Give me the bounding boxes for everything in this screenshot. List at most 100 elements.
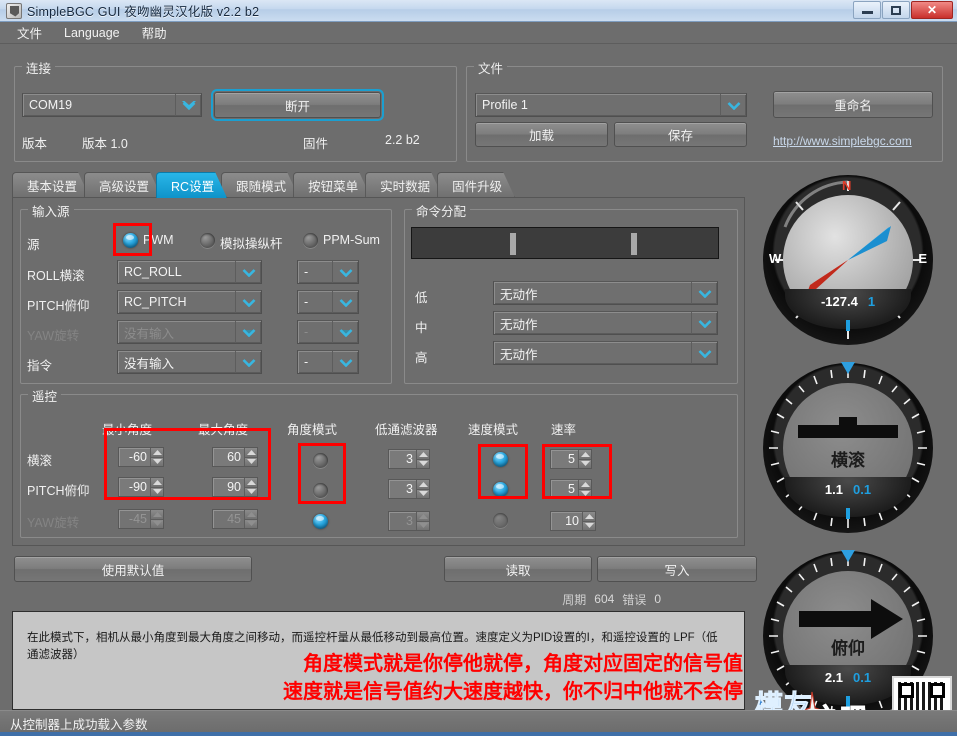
tab-firmware[interactable]: 固件升级: [437, 172, 515, 198]
stepper-arrows[interactable]: [416, 450, 429, 468]
chevron-down-icon: [691, 312, 717, 334]
stepper-up-icon[interactable]: [579, 450, 591, 460]
stepper-arrows[interactable]: [150, 478, 163, 496]
stepper-down-icon[interactable]: [417, 489, 429, 498]
roll-input-select[interactable]: RC_ROLL: [117, 260, 262, 284]
roll-speed-mode-radio[interactable]: [493, 452, 508, 467]
stepper-up-icon[interactable]: [245, 448, 257, 458]
yaw-min-angle-value: -45: [128, 512, 147, 526]
pitch-input-select[interactable]: RC_PITCH: [117, 290, 262, 314]
minimize-button[interactable]: [853, 1, 881, 19]
cmd-low-select[interactable]: 无动作: [493, 281, 718, 305]
tab-rc[interactable]: RC设置: [156, 172, 227, 198]
yaw-rate-stepper[interactable]: 10: [550, 511, 596, 531]
roll-gauge: 横滚 1.1 0.1: [763, 362, 933, 533]
pitch-input-value: RC_PITCH: [124, 295, 187, 309]
menu-help[interactable]: 帮助: [133, 21, 176, 44]
pitch-min-angle-stepper[interactable]: -90: [118, 477, 164, 497]
close-button[interactable]: ✕: [911, 1, 953, 19]
stepper-down-icon[interactable]: [245, 519, 257, 528]
stepper-down-icon[interactable]: [245, 487, 257, 496]
menu-language[interactable]: Language: [55, 24, 129, 42]
rename-button[interactable]: 重命名: [773, 91, 933, 118]
command-input-select[interactable]: 没有输入: [117, 350, 262, 374]
stepper-up-icon[interactable]: [151, 448, 163, 458]
stepper-up-icon[interactable]: [583, 512, 595, 522]
com-port-select[interactable]: COM19: [22, 93, 202, 117]
stepper-down-icon[interactable]: [417, 521, 429, 530]
menu-file[interactable]: 文件: [8, 21, 51, 44]
load-button[interactable]: 加载: [475, 122, 608, 147]
disconnect-button[interactable]: 断开: [211, 89, 384, 121]
yaw-lpf-stepper[interactable]: 3: [388, 511, 430, 531]
command-aux-select[interactable]: -: [297, 350, 359, 374]
roll-lpf-stepper[interactable]: 3: [388, 449, 430, 469]
pitch-speed-mode-radio[interactable]: [493, 482, 508, 497]
header-max-angle: 最大角度: [198, 423, 249, 437]
tab-realtime[interactable]: 实时数据: [365, 172, 443, 198]
maximize-button[interactable]: [882, 1, 910, 19]
stepper-arrows[interactable]: [150, 510, 163, 528]
tab-advanced[interactable]: 高级设置: [84, 172, 162, 198]
stepper-arrows[interactable]: [244, 510, 257, 528]
stepper-arrows[interactable]: [578, 480, 591, 498]
save-button[interactable]: 保存: [614, 122, 747, 147]
tab-basic[interactable]: 基本设置: [12, 172, 90, 198]
yaw-min-angle-stepper[interactable]: -45: [118, 509, 164, 529]
roll-aux-select[interactable]: -: [297, 260, 359, 284]
stepper-up-icon[interactable]: [417, 480, 429, 490]
stepper-arrows[interactable]: [244, 478, 257, 496]
stepper-arrows[interactable]: [578, 450, 591, 468]
stepper-down-icon[interactable]: [151, 519, 163, 528]
stepper-up-icon[interactable]: [151, 478, 163, 488]
yaw-speed-mode-radio[interactable]: [493, 513, 508, 528]
yaw-aux-select[interactable]: -: [297, 320, 359, 344]
compass-center-marker: [846, 320, 850, 331]
pitch-rate-stepper[interactable]: 5: [550, 479, 592, 499]
stepper-down-icon[interactable]: [151, 457, 163, 466]
pitch-lpf-stepper[interactable]: 3: [388, 479, 430, 499]
radio-ppm-sum[interactable]: [303, 233, 318, 248]
stepper-down-icon[interactable]: [579, 459, 591, 468]
stepper-arrows[interactable]: [150, 448, 163, 466]
stepper-down-icon[interactable]: [583, 521, 595, 530]
compass-value-blue: 1: [867, 294, 876, 309]
cmd-high-select[interactable]: 无动作: [493, 341, 718, 365]
stepper-down-icon[interactable]: [417, 459, 429, 468]
use-defaults-button[interactable]: 使用默认值: [14, 556, 252, 582]
stepper-arrows[interactable]: [244, 448, 257, 466]
tab-follow[interactable]: 跟随模式: [221, 172, 299, 198]
stepper-arrows[interactable]: [416, 512, 429, 530]
yaw-input-select[interactable]: 没有输入: [117, 320, 262, 344]
roll-angle-mode-radio[interactable]: [313, 453, 328, 468]
profile-select[interactable]: Profile 1: [475, 93, 747, 117]
tab-button-menu[interactable]: 按钮菜单: [293, 172, 371, 198]
stepper-arrows[interactable]: [416, 480, 429, 498]
stepper-down-icon[interactable]: [151, 487, 163, 496]
pitch-max-angle-stepper[interactable]: 90: [212, 477, 258, 497]
yaw-angle-mode-radio[interactable]: [313, 514, 328, 529]
read-button[interactable]: 读取: [444, 556, 592, 582]
stepper-up-icon[interactable]: [245, 510, 257, 520]
stepper-up-icon[interactable]: [151, 510, 163, 520]
command-range-bar[interactable]: [411, 227, 719, 259]
pitch-angle-mode-radio[interactable]: [313, 483, 328, 498]
stepper-down-icon[interactable]: [245, 457, 257, 466]
yaw-max-angle-stepper[interactable]: 45: [212, 509, 258, 529]
stepper-arrows[interactable]: [582, 512, 595, 530]
stepper-up-icon[interactable]: [245, 478, 257, 488]
roll-rate-stepper[interactable]: 5: [550, 449, 592, 469]
radio-analog-joystick[interactable]: [200, 233, 215, 248]
write-button[interactable]: 写入: [597, 556, 757, 582]
roll-min-angle-stepper[interactable]: -60: [118, 447, 164, 467]
stepper-up-icon[interactable]: [417, 512, 429, 522]
radio-pwm[interactable]: [123, 233, 138, 248]
roll-max-angle-stepper[interactable]: 60: [212, 447, 258, 467]
stepper-up-icon[interactable]: [579, 480, 591, 490]
stepper-down-icon[interactable]: [579, 489, 591, 498]
pitch-aux-select[interactable]: -: [297, 290, 359, 314]
row-command-label: 指令: [27, 359, 53, 373]
stepper-up-icon[interactable]: [417, 450, 429, 460]
cmd-mid-select[interactable]: 无动作: [493, 311, 718, 335]
simplebgc-site-link[interactable]: http://www.simplebgc.com: [773, 134, 912, 148]
